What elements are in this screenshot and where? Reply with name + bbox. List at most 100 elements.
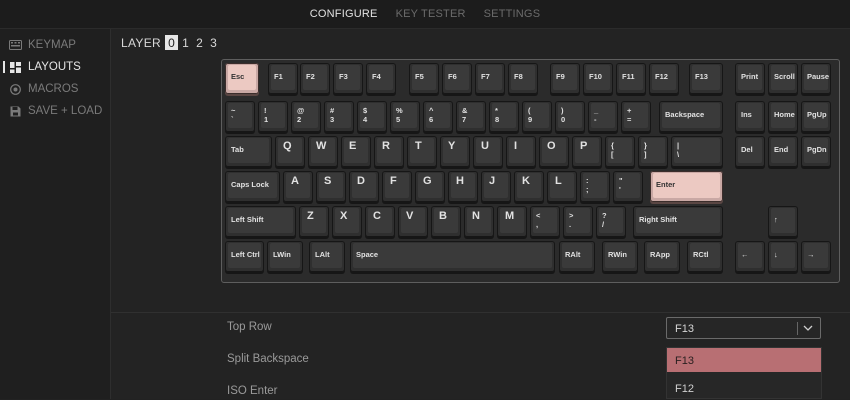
key-q[interactable]: Q: [275, 136, 305, 167]
key-w[interactable]: W: [308, 136, 338, 167]
key-pause[interactable]: Pause: [801, 63, 831, 94]
tab-key-tester[interactable]: KEY TESTER: [387, 8, 475, 20]
key-a[interactable]: A: [283, 171, 313, 202]
option-iso-enter-label[interactable]: ISO Enter: [227, 385, 278, 397]
key-m[interactable]: M: [497, 206, 527, 237]
key-h[interactable]: H: [448, 171, 478, 202]
key-v[interactable]: V: [398, 206, 428, 237]
key-z[interactable]: Z: [299, 206, 329, 237]
key-symbol[interactable]: ↑: [768, 206, 798, 237]
key-2[interactable]: @2: [291, 101, 321, 132]
layer-button-3[interactable]: 3: [207, 35, 220, 50]
key-end[interactable]: End: [768, 136, 798, 167]
key-print[interactable]: Print: [735, 63, 765, 94]
key-7[interactable]: & 7: [456, 101, 486, 132]
key-f12[interactable]: F12: [649, 63, 679, 94]
key-f8[interactable]: F8: [508, 63, 538, 94]
key-symbol[interactable]: ~ `: [225, 101, 255, 132]
key-symbol[interactable]: ↓: [768, 241, 798, 272]
key-f7[interactable]: F7: [475, 63, 505, 94]
key-esc[interactable]: Esc: [225, 63, 259, 94]
key-u[interactable]: U: [473, 136, 503, 167]
key-8[interactable]: * 8: [489, 101, 519, 132]
key-s[interactable]: S: [316, 171, 346, 202]
key-3[interactable]: #3: [324, 101, 354, 132]
tab-settings[interactable]: SETTINGS: [475, 8, 550, 20]
key-o[interactable]: O: [539, 136, 569, 167]
chevron-down-icon[interactable]: [801, 321, 815, 335]
key-f11[interactable]: F11: [616, 63, 646, 94]
key-n[interactable]: N: [464, 206, 494, 237]
key-k[interactable]: K: [514, 171, 544, 202]
key-f[interactable]: F: [382, 171, 412, 202]
key-6[interactable]: ^ 6: [423, 101, 453, 132]
key-rwin[interactable]: RWin: [602, 241, 638, 272]
layer-button-1[interactable]: 1: [179, 35, 192, 50]
key-symbol[interactable]: {[: [605, 136, 635, 167]
key-j[interactable]: J: [481, 171, 511, 202]
key-9[interactable]: (9: [522, 101, 552, 132]
key-backspace[interactable]: Backspace: [659, 101, 723, 132]
key-home[interactable]: Home: [768, 101, 798, 132]
key-symbol[interactable]: →: [801, 241, 831, 272]
key-ins[interactable]: Ins: [735, 101, 765, 132]
key-f5[interactable]: F5: [409, 63, 439, 94]
key-pgup[interactable]: PgUp: [801, 101, 831, 132]
key-symbol[interactable]: :;: [580, 171, 610, 202]
key-f9[interactable]: F9: [550, 63, 580, 94]
key-ralt[interactable]: RAlt: [559, 241, 595, 272]
key-tab[interactable]: Tab: [225, 136, 272, 167]
key-rctl[interactable]: RCtl: [687, 241, 723, 272]
key-f13[interactable]: F13: [689, 63, 723, 94]
key-symbol[interactable]: + =: [621, 101, 651, 132]
option-split-backspace-label[interactable]: Split Backspace: [227, 353, 309, 365]
key-symbol[interactable]: _ -: [588, 101, 618, 132]
key-p[interactable]: P: [572, 136, 602, 167]
key-symbol[interactable]: ? /: [596, 206, 626, 237]
key-g[interactable]: G: [415, 171, 445, 202]
key-symbol[interactable]: <,: [530, 206, 560, 237]
key-symbol[interactable]: }]: [638, 136, 668, 167]
key-f4[interactable]: F4: [366, 63, 396, 94]
key-symbol[interactable]: ←: [735, 241, 765, 272]
layer-button-2[interactable]: 2: [193, 35, 206, 50]
dropdown-option-f13[interactable]: F13: [667, 348, 821, 372]
key-del[interactable]: Del: [735, 136, 765, 167]
tab-configure[interactable]: CONFIGURE: [301, 8, 387, 20]
key-d[interactable]: D: [349, 171, 379, 202]
key-e[interactable]: E: [341, 136, 371, 167]
key-r[interactable]: R: [374, 136, 404, 167]
key-symbol[interactable]: " ': [613, 171, 643, 202]
key-f1[interactable]: F1: [268, 63, 298, 94]
sidebar-item-macros[interactable]: MACROS: [0, 78, 110, 100]
key-rapp[interactable]: RApp: [644, 241, 680, 272]
key-i[interactable]: I: [506, 136, 536, 167]
key-f3[interactable]: F3: [333, 63, 363, 94]
key-right-shift[interactable]: Right Shift: [633, 206, 723, 237]
key-caps-lock[interactable]: Caps Lock: [225, 171, 280, 202]
key-f6[interactable]: F6: [442, 63, 472, 94]
key-x[interactable]: X: [332, 206, 362, 237]
key-b[interactable]: B: [431, 206, 461, 237]
key-t[interactable]: T: [407, 136, 437, 167]
key-space[interactable]: Space: [350, 241, 555, 272]
key-5[interactable]: % 5: [390, 101, 420, 132]
key-1[interactable]: ! 1: [258, 101, 288, 132]
sidebar-item-layouts[interactable]: LAYOUTS: [0, 56, 110, 78]
key-lalt[interactable]: LAlt: [309, 241, 345, 272]
key-4[interactable]: $4: [357, 101, 387, 132]
key-left-shift[interactable]: Left Shift: [225, 206, 296, 237]
key-symbol[interactable]: >.: [563, 206, 593, 237]
key-f10[interactable]: F10: [583, 63, 613, 94]
key-l[interactable]: L: [547, 171, 577, 202]
key-left-ctrl[interactable]: Left Ctrl: [225, 241, 264, 272]
key-f2[interactable]: F2: [300, 63, 330, 94]
sidebar-item-keymap[interactable]: KEYMAP: [0, 34, 110, 56]
key-c[interactable]: C: [365, 206, 395, 237]
top-row-select[interactable]: F13: [666, 317, 821, 339]
dropdown-option-f12[interactable]: F12: [667, 376, 821, 400]
key-y[interactable]: Y: [440, 136, 470, 167]
key-lwin[interactable]: LWin: [267, 241, 303, 272]
sidebar-item-save-load[interactable]: SAVE + LOAD: [0, 100, 110, 122]
key-scroll[interactable]: Scroll: [768, 63, 798, 94]
